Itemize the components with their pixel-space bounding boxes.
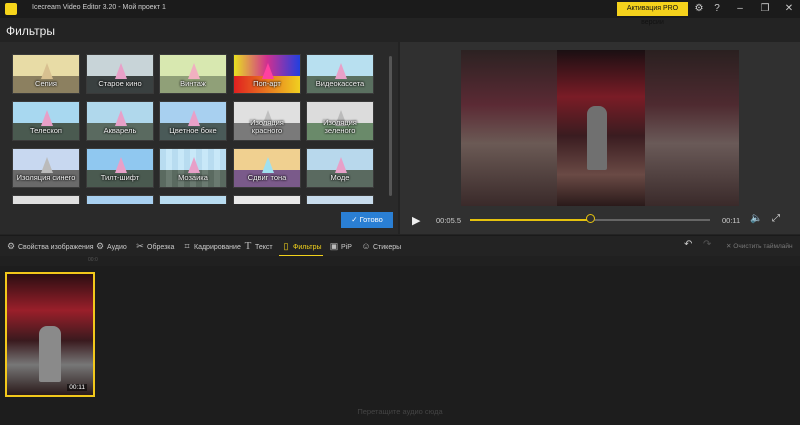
filter-icon: ▯ <box>283 241 289 251</box>
filter-thumb-color-bokeh[interactable]: Цветное боке <box>159 101 227 141</box>
window-title: Icecream Video Editor 3.20 - Мой проект … <box>32 4 166 11</box>
volume-icon[interactable]: 🔈 <box>750 213 762 224</box>
filter-thumb-telescope[interactable]: Телескоп <box>12 101 80 141</box>
audio-icon: ⚙ <box>95 241 105 251</box>
activate-pro-button[interactable]: Активация PRO версии <box>617 2 688 26</box>
filter-thumb-red-isolation[interactable]: Изоляция красного <box>233 101 301 141</box>
video-frame <box>557 50 645 206</box>
seek-handle[interactable] <box>585 214 595 223</box>
blurred-background-right <box>645 50 739 206</box>
close-icon[interactable]: ✕ <box>782 2 796 16</box>
timeline-ruler: 00:0 <box>0 256 800 266</box>
maximize-icon[interactable]: ❐ <box>758 2 772 16</box>
clip-person-figure <box>39 326 61 382</box>
filter-thumb-blue-isolation[interactable]: Изоляция синего <box>12 148 80 188</box>
current-time: 00:05.5 <box>436 216 462 225</box>
crop-icon: ⌗ <box>184 241 190 251</box>
text-icon: T <box>244 240 252 252</box>
page-title: Фильтры <box>6 24 55 38</box>
help-icon[interactable]: ? <box>710 2 724 16</box>
filter-thumb-18[interactable] <box>159 195 227 204</box>
tool-stickers[interactable]: ☺ Стикеры <box>361 239 401 253</box>
filter-thumb-mosaic[interactable]: Мозаика <box>159 148 227 188</box>
person-figure <box>587 106 607 170</box>
filter-thumb-green-isolation[interactable]: Изоляция зеленого <box>306 101 374 141</box>
clear-x-icon: ✕ <box>726 243 732 250</box>
filter-thumb-17[interactable] <box>86 195 154 204</box>
filter-thumb-old-film[interactable]: Старое кино <box>86 54 154 94</box>
pip-icon: ▣ <box>329 241 339 251</box>
app-logo-icon <box>5 3 17 15</box>
undo-icon[interactable]: ↶ <box>684 239 692 250</box>
audio-drop-hint: Перетащите аудио сюда <box>357 407 443 416</box>
play-icon[interactable]: ▶ <box>412 214 420 227</box>
scissors-icon: ✂ <box>136 241 144 251</box>
tool-text[interactable]: T Текст <box>243 239 273 253</box>
tool-image-properties[interactable]: ⚙ Свойства изображения <box>6 239 94 253</box>
tool-crop[interactable]: ⌗ Кадрирование <box>182 239 240 253</box>
timeline[interactable]: 00:0 00:11 Перетащите аудио сюда <box>0 256 800 425</box>
tool-pip[interactable]: ▣ PiP <box>329 239 352 253</box>
seek-bar-progress <box>470 219 590 221</box>
filter-scrollbar[interactable] <box>389 56 392 196</box>
done-label: Готово <box>359 215 383 224</box>
filter-thumb-vintage[interactable]: Винтаж <box>159 54 227 94</box>
filter-thumb-sepia[interactable]: Сепия <box>12 54 80 94</box>
filter-thumb-hue-shift[interactable]: Сдвиг тона <box>233 148 301 188</box>
filter-thumb-pop-art[interactable]: Поп-арт <box>233 54 301 94</box>
video-preview[interactable] <box>461 50 739 206</box>
clear-timeline-button[interactable]: ✕ Очистить таймлайн <box>726 242 793 250</box>
filter-thumb-mode[interactable]: Моде <box>306 148 374 188</box>
filter-panel: Сепия Старое кино Винтаж Поп-арт Видеока… <box>0 42 398 234</box>
filter-thumb-tilt-shift[interactable]: Тилт-шифт <box>86 148 154 188</box>
checkmark-icon: ✓ <box>351 215 358 224</box>
preview-panel: ▶ 00:05.5 00:11 🔈 ⤢ <box>400 42 800 234</box>
tool-trim[interactable]: ✂ Обрезка <box>135 239 174 253</box>
filter-thumb-watercolor[interactable]: Акварель <box>86 101 154 141</box>
redo-icon[interactable]: ↷ <box>703 239 711 250</box>
clip-duration: 00:11 <box>67 384 87 391</box>
done-button[interactable]: ✓ Готово <box>341 212 393 228</box>
fullscreen-icon[interactable]: ⤢ <box>772 213 780 224</box>
gear-icon: ⚙ <box>6 241 16 251</box>
filter-grid: Сепия Старое кино Винтаж Поп-арт Видеока… <box>12 54 384 204</box>
sticker-icon: ☺ <box>361 241 371 251</box>
tool-bar: ⚙ Свойства изображения ⚙ Аудио ✂ Обрезка ⌗ К… <box>0 235 800 256</box>
tool-filters[interactable]: ▯ Фильтры <box>281 239 322 253</box>
title-bar: Icecream Video Editor 3.20 - Мой проект … <box>0 0 800 26</box>
total-time: 00:11 <box>722 216 741 225</box>
settings-icon[interactable]: ⚙ <box>692 2 706 16</box>
filter-thumb-20[interactable] <box>306 195 374 204</box>
filter-thumb-videotape[interactable]: Видеокассета <box>306 54 374 94</box>
filter-thumb-16[interactable] <box>12 195 80 204</box>
tool-audio[interactable]: ⚙ Аудио <box>95 239 127 253</box>
blurred-background-left <box>461 50 557 206</box>
ruler-label: 00:0 <box>88 257 98 263</box>
minimize-icon[interactable]: – <box>733 2 747 16</box>
timeline-clip[interactable]: 00:11 <box>5 272 95 397</box>
filter-thumb-19[interactable] <box>233 195 301 204</box>
